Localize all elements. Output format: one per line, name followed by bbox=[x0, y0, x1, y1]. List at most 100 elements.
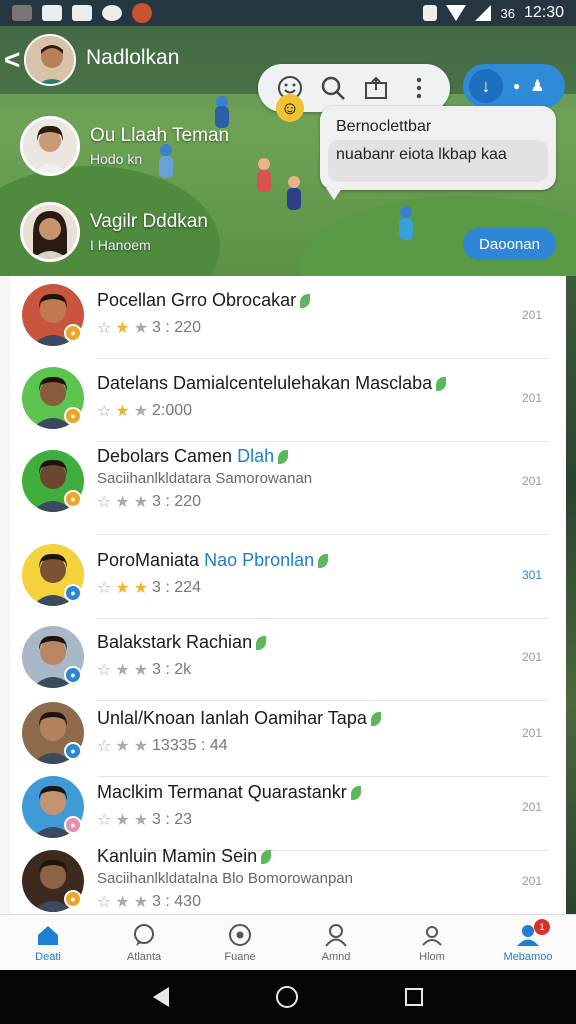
leaf-icon bbox=[300, 294, 311, 309]
system-recents-icon[interactable] bbox=[404, 988, 423, 1006]
chat-meta: ☆ ★ ★ 3 : 2k bbox=[97, 660, 191, 680]
chat-time: 201 bbox=[522, 800, 543, 814]
system-navigation bbox=[0, 970, 576, 1024]
message-bubble[interactable]: Bernoclettbar nuabanr eiota lkbap kaa bbox=[320, 106, 556, 200]
member-name: Ou Llaah Teman bbox=[90, 125, 230, 146]
chat-row[interactable]: ● Maclkim Termanat Quarastankr ☆ ★ ★ 3 : 23 20… bbox=[10, 768, 566, 851]
home-icon bbox=[35, 923, 61, 947]
star-outline-icon: ☆ bbox=[97, 580, 112, 597]
star-outline-icon: ☆ bbox=[97, 320, 112, 337]
share-icon bbox=[364, 76, 387, 99]
list-right-edge bbox=[566, 276, 576, 914]
nav-item[interactable]: Deati bbox=[0, 915, 96, 970]
search-icon bbox=[321, 76, 345, 100]
chat-title-text: Unlal/Knoan Ianlah Oamihar Tapa bbox=[97, 708, 367, 728]
star-outline-icon: ☆ bbox=[97, 662, 112, 679]
player-figure bbox=[399, 218, 413, 240]
person-icon: ♟ bbox=[530, 78, 545, 95]
star-icon: ★ bbox=[133, 494, 149, 511]
bubble-text: nuabanr eiota lkbap kaa bbox=[328, 140, 548, 182]
bubble-tail bbox=[326, 188, 342, 200]
chat-title-text: Balakstark Rachian bbox=[97, 632, 253, 652]
group-header: < Nadlolkan ↓ ● ♟ ☺ Bernoclettbar nuaban… bbox=[0, 26, 576, 276]
nav-label: Fuane bbox=[224, 950, 256, 963]
chat-row[interactable]: ● Unlal/Knoan Ianlah Oamihar Tapa ☆ ★ ★ 13335… bbox=[10, 694, 566, 777]
grinning-emoji-icon: ☺ bbox=[276, 94, 304, 122]
chat-row[interactable]: ● PoroManiata Nao Pbronlan ☆ ★ ★ 3 : 224 301 bbox=[10, 536, 566, 619]
chat-meta: ☆ ★ ★ 3 : 220 bbox=[97, 492, 201, 512]
nav-item[interactable]: Mebamoo 1 bbox=[480, 915, 576, 970]
system-back-icon[interactable] bbox=[153, 987, 170, 1007]
status-badge: ● bbox=[64, 490, 82, 508]
nav-label: Amnd bbox=[321, 950, 351, 963]
chat-title-text: Maclkim Termanat Quarastankr bbox=[97, 782, 347, 802]
nav-label: Hlom bbox=[419, 950, 445, 963]
chat-icon bbox=[131, 923, 157, 947]
chat-rating: 3 : 220 bbox=[152, 319, 201, 336]
chat-title-highlight: Dlah bbox=[237, 446, 275, 466]
nav-item[interactable]: Fuane bbox=[192, 915, 288, 970]
person-star-icon bbox=[419, 923, 445, 947]
pinned-member[interactable]: Ou Llaah Teman Hodo kn bbox=[20, 116, 229, 176]
star-outline-icon: ☆ bbox=[97, 894, 112, 911]
chat-row[interactable]: ● Kanluin Mamin Sein Saciihanlkldatalna Bl… bbox=[10, 842, 566, 914]
status-badge: ● bbox=[64, 584, 82, 602]
chat-title-highlight: Nao Pbronlan bbox=[204, 550, 315, 570]
chat-row[interactable]: ● Pocellan Grro Obrocakar ☆ ★ ★ 3 : 220 201 bbox=[10, 276, 566, 359]
wifi-icon bbox=[446, 5, 467, 21]
group-title: Nadlolkan bbox=[86, 46, 180, 69]
nav-label: Deati bbox=[35, 950, 61, 963]
system-home-icon[interactable] bbox=[275, 986, 298, 1008]
chat-meta: ☆ ★ ★ 3 : 23 bbox=[97, 810, 192, 830]
search-button[interactable] bbox=[318, 73, 348, 103]
chat-meta: ☆ ★ ★ 3 : 430 bbox=[97, 892, 201, 912]
chat-title-text: Pocellan Grro Obrocakar bbox=[97, 290, 297, 310]
star-icon: ★ bbox=[133, 662, 149, 679]
star-icon: ★ bbox=[133, 403, 149, 420]
chat-row[interactable]: ● Datelans Damialcentelulehakan Masclaba ☆… bbox=[10, 359, 566, 442]
share-button[interactable] bbox=[361, 73, 391, 103]
pinned-member[interactable]: Vagilr Dddkan I Hanoem bbox=[20, 202, 208, 262]
chat-title: Pocellan Grro Obrocakar bbox=[97, 290, 311, 311]
chat-title: Maclkim Termanat Quarastankr bbox=[97, 782, 361, 803]
more-vert-icon bbox=[416, 77, 421, 99]
chat-title-text: Kanluin Mamin Sein bbox=[97, 846, 258, 866]
chat-list: ● Pocellan Grro Obrocakar ☆ ★ ★ 3 : 220 201 ● Da… bbox=[10, 276, 566, 914]
nav-item[interactable]: Hlom bbox=[384, 915, 480, 970]
chat-title: Datelans Damialcentelulehakan Masclaba bbox=[97, 373, 447, 394]
member-avatar bbox=[20, 116, 80, 176]
chat-row[interactable]: ● Debolars Camen Dlah Saciihanlkldatara Sa… bbox=[10, 442, 566, 535]
more-button[interactable] bbox=[404, 73, 434, 103]
nav-item[interactable]: Atlanta bbox=[96, 915, 192, 970]
star-icon: ★ bbox=[115, 894, 130, 911]
chat-title-text: Datelans Damialcentelulehakan Masclaba bbox=[97, 373, 433, 393]
back-button[interactable]: < bbox=[4, 44, 24, 76]
clock: 12:30 bbox=[523, 4, 564, 21]
nav-item[interactable]: Amnd bbox=[288, 915, 384, 970]
star-icon: ★ bbox=[115, 320, 130, 337]
chat-row[interactable]: ● Balakstark Rachian ☆ ★ ★ 3 : 2k 201 bbox=[10, 618, 566, 701]
user-icon bbox=[323, 923, 349, 947]
download-toggle[interactable]: ↓ ● ♟ bbox=[463, 64, 565, 108]
status-badge: ● bbox=[64, 324, 82, 342]
chat-rating: 3 : 430 bbox=[152, 893, 201, 910]
status-badge: ● bbox=[64, 890, 82, 908]
follow-button[interactable]: Daoonan bbox=[463, 228, 556, 260]
star-icon: ★ bbox=[115, 403, 130, 420]
member-name: Vagilr Dddkan bbox=[90, 211, 208, 232]
group-avatar[interactable] bbox=[24, 34, 76, 86]
menu-icon bbox=[12, 5, 32, 21]
star-icon: ★ bbox=[115, 494, 130, 511]
chat-time: 201 bbox=[522, 726, 543, 740]
player-figure bbox=[400, 206, 412, 218]
chat-rating: 3 : 2k bbox=[152, 661, 192, 678]
star-icon: ★ bbox=[133, 894, 149, 911]
chat-title: Kanluin Mamin Sein bbox=[97, 846, 272, 867]
chat-title: PoroManiata Nao Pbronlan bbox=[97, 550, 329, 571]
nav-label: Atlanta bbox=[126, 950, 162, 963]
leaf-icon bbox=[261, 850, 272, 865]
chat-time: 201 bbox=[522, 650, 543, 664]
chat-meta: ☆ ★ ★ 13335 : 44 bbox=[97, 736, 228, 756]
chat-rating: 3 : 220 bbox=[152, 493, 201, 510]
status-badge: ● bbox=[64, 742, 82, 760]
